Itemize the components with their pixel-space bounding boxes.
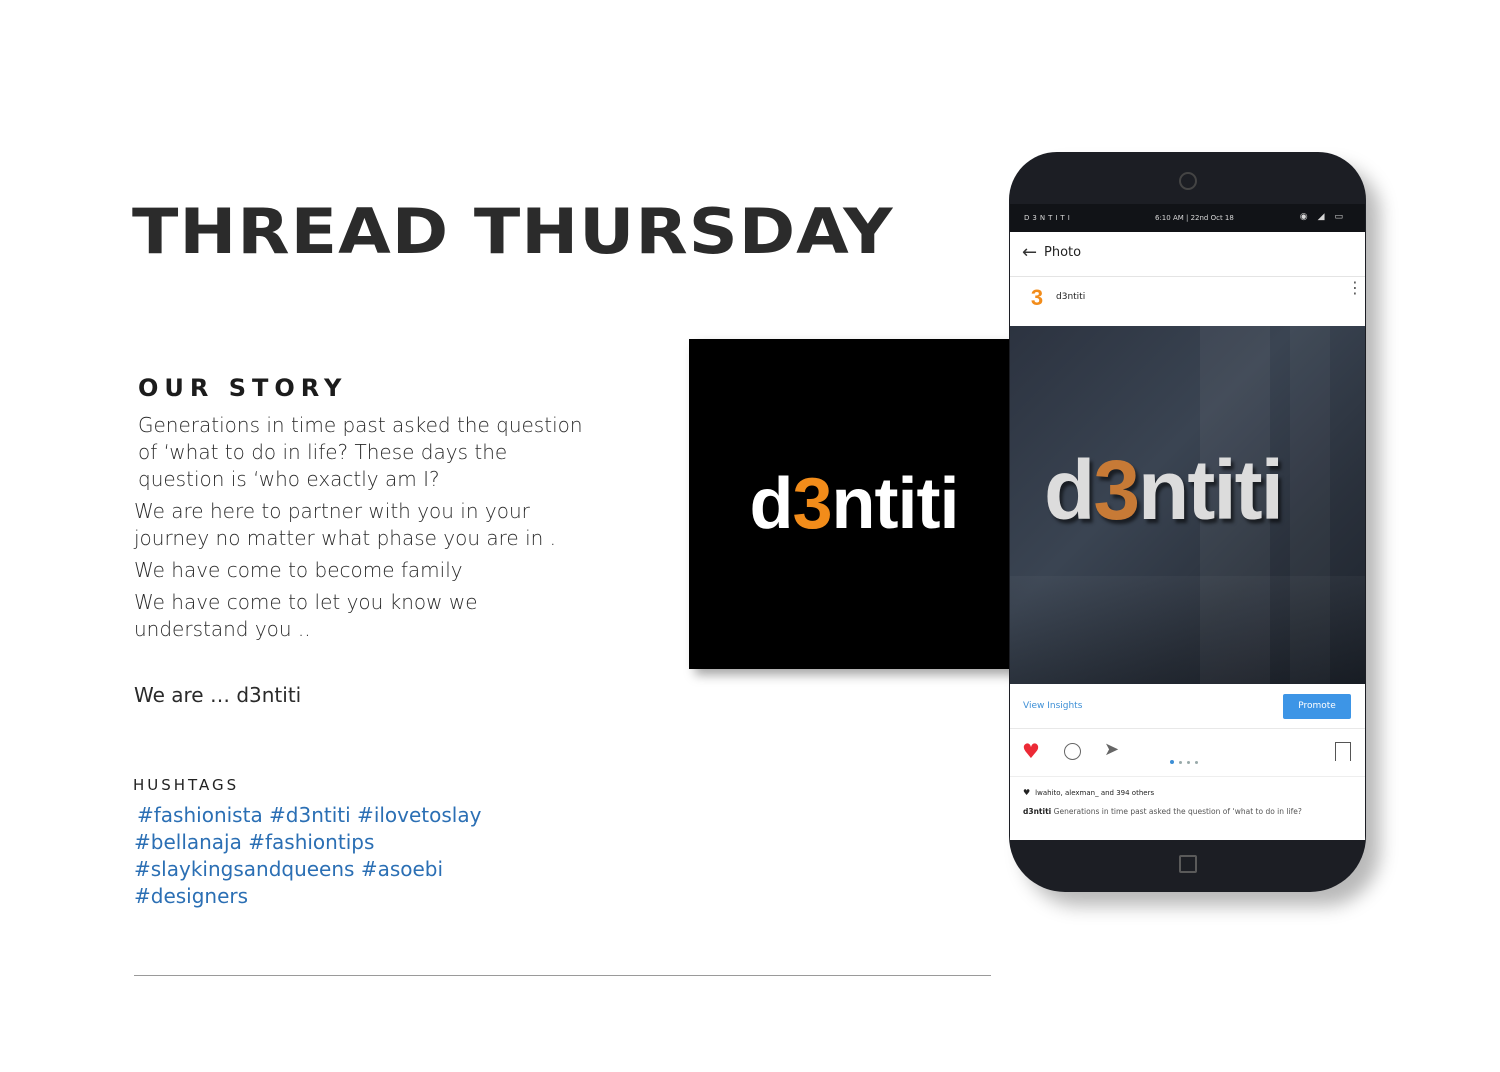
status-bar: D3NTITI 6:10 AM | 22nd Oct 18 ◉◢▭ xyxy=(1010,204,1365,232)
comment-icon[interactable] xyxy=(1064,743,1081,760)
likes-line[interactable]: ♥ lwahito, alexman_ and 394 others xyxy=(1023,788,1154,797)
story-paragraph: We have come to let you know we understa… xyxy=(134,590,478,641)
status-time: 6:10 AM | 22nd Oct 18 xyxy=(1155,214,1234,222)
story-heading: OUR STORY xyxy=(138,374,348,402)
logo-card: d3ntiti xyxy=(689,339,1019,669)
story-text: Generations in time past asked the quest… xyxy=(134,412,594,643)
carousel-dots xyxy=(1170,749,1203,768)
post-username[interactable]: d3ntiti xyxy=(1056,292,1085,302)
phone-mockup: D3NTITI 6:10 AM | 22nd Oct 18 ◉◢▭ ← Phot… xyxy=(1009,152,1366,892)
hashtag-list: #fashionista #d3ntiti #ilovetoslay #bell… xyxy=(134,802,514,910)
view-insights-link[interactable]: View Insights xyxy=(1023,701,1082,711)
heart-small-icon: ♥ xyxy=(1023,788,1031,797)
status-brand: D3NTITI xyxy=(1024,214,1073,222)
story-paragraph: Generations in time past asked the quest… xyxy=(138,413,583,491)
story-closing: We are … d3ntiti xyxy=(134,683,302,707)
actions-row: ♥ ➤ xyxy=(1010,728,1365,777)
share-icon[interactable]: ➤ xyxy=(1104,740,1119,760)
insights-row: View Insights Promote xyxy=(1010,684,1365,729)
back-arrow-icon[interactable]: ← xyxy=(1022,244,1037,262)
camera-icon xyxy=(1179,172,1197,190)
wall-logo: d3ntiti xyxy=(1044,443,1284,537)
post-image: d3ntiti xyxy=(1010,326,1365,684)
app-bar: ← Photo xyxy=(1010,232,1365,277)
bookmark-icon[interactable] xyxy=(1335,742,1351,761)
story-paragraph: We are here to partner with you in your … xyxy=(134,499,557,550)
avatar[interactable]: 3 xyxy=(1026,286,1048,310)
hashtag-line: #designers xyxy=(134,884,249,908)
story-paragraph: We have come to become family xyxy=(134,558,463,582)
post-caption: d3ntiti Generations in time past asked t… xyxy=(1023,807,1302,816)
page-title: THREAD THURSDAY xyxy=(132,196,894,269)
post-header: 3 d3ntiti ⋮ xyxy=(1010,276,1365,326)
heart-icon[interactable]: ♥ xyxy=(1022,740,1040,762)
promote-button[interactable]: Promote xyxy=(1283,694,1351,719)
hashtag-line: #slaykingsandqueens #asoebi xyxy=(134,857,444,881)
divider xyxy=(134,975,991,976)
home-button[interactable] xyxy=(1179,855,1197,873)
phone-screen: D3NTITI 6:10 AM | 22nd Oct 18 ◉◢▭ ← Phot… xyxy=(1010,204,1365,840)
hashtags-heading: HUSHTAGS xyxy=(133,776,240,794)
hashtag-line: #fashionista #d3ntiti #ilovetoslay xyxy=(137,803,482,827)
status-icons: ◉◢▭ xyxy=(1299,212,1353,222)
hashtag-line: #bellanaja #fashiontips xyxy=(134,830,375,854)
brand-logo: d3ntiti xyxy=(749,464,960,544)
app-bar-title: Photo xyxy=(1044,245,1082,260)
more-vertical-icon[interactable]: ⋮ xyxy=(1347,280,1363,296)
